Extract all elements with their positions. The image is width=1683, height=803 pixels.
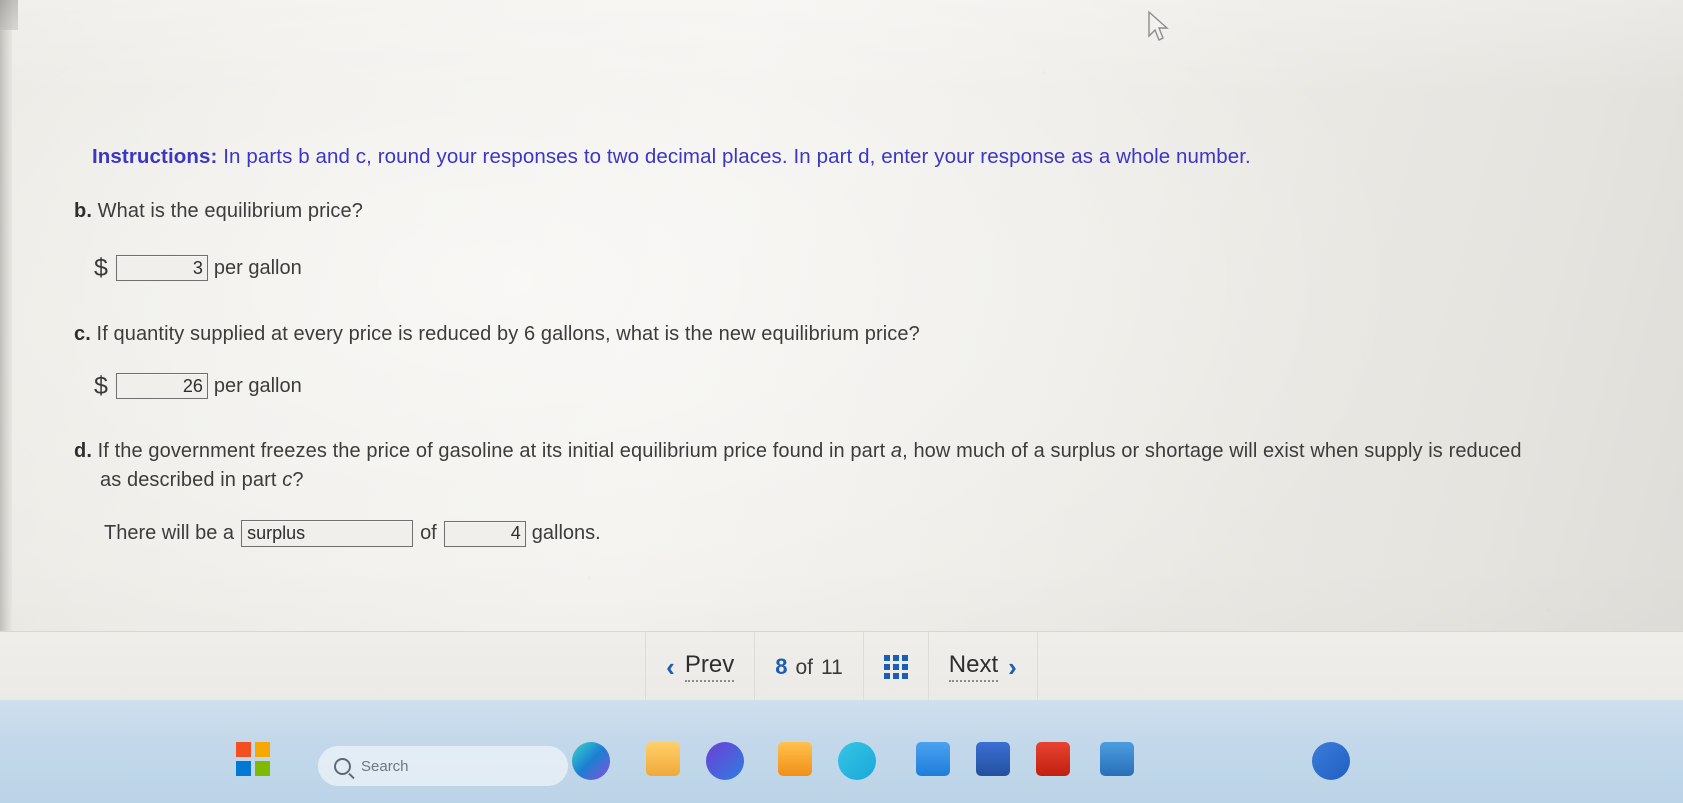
unit-label-d: gallons. xyxy=(531,522,601,544)
adobe-icon[interactable] xyxy=(1036,742,1070,776)
chevron-left-icon: ‹ xyxy=(666,651,675,682)
question-content-area: Instructions: In parts b and c, round yo… xyxy=(0,0,1683,700)
question-b-text: b. What is the equilibrium price? xyxy=(74,200,363,223)
store-icon[interactable] xyxy=(778,742,812,776)
dollar-sign-b: $ xyxy=(94,253,108,282)
question-d-label: d. xyxy=(74,440,92,462)
unit-label-b: per gallon xyxy=(213,256,302,279)
edge-browser-icon[interactable] xyxy=(706,742,744,780)
instructions-text: In parts b and c, round your responses t… xyxy=(217,145,1251,168)
word-icon[interactable] xyxy=(976,742,1010,776)
grid-icon[interactable] xyxy=(883,654,908,679)
question-c-label: c. xyxy=(74,323,91,345)
os-taskbar: Search xyxy=(0,700,1683,803)
navigation-inner: ‹ Prev 8 of 11 Next › xyxy=(645,632,1038,701)
surplus-shortage-select[interactable]: surplus xyxy=(241,520,414,547)
windows-start-icon[interactable] xyxy=(236,742,270,776)
next-label: Next xyxy=(948,651,999,682)
search-placeholder: Search xyxy=(361,757,409,775)
page-counter: 8 of 11 xyxy=(775,654,843,680)
total-page-number: 11 xyxy=(820,655,843,679)
question-d-text: d. If the government freezes the price o… xyxy=(74,437,1524,495)
unit-label-c: per gallon xyxy=(213,374,302,397)
mail-icon[interactable] xyxy=(916,742,950,776)
teams-icon[interactable] xyxy=(838,742,876,780)
answer-row-b: $ per gallon xyxy=(94,255,302,281)
chevron-right-icon: › xyxy=(1008,651,1017,682)
question-d-italic-c: c xyxy=(282,469,293,491)
instructions-label: Instructions: xyxy=(92,145,218,168)
prev-label: Prev xyxy=(684,651,735,682)
dollar-sign-c: $ xyxy=(94,371,108,400)
of-label: of xyxy=(795,655,813,679)
answer-row-d: There will be a surplus of gallons. xyxy=(104,520,601,547)
question-d-italic-a: a xyxy=(890,440,903,462)
next-button[interactable]: Next › xyxy=(948,651,1017,682)
instructions-line: Instructions: In parts b and c, round yo… xyxy=(92,145,1251,169)
taskbar-search-box[interactable]: Search xyxy=(318,746,568,786)
excel-icon[interactable] xyxy=(1100,742,1134,776)
prev-button-cell[interactable]: ‹ Prev xyxy=(645,632,754,701)
copilot-icon[interactable] xyxy=(572,742,610,780)
question-c-body: If quantity supplied at every price is r… xyxy=(90,323,920,345)
equilibrium-price-input-b[interactable] xyxy=(115,255,208,281)
current-page-number: 8 xyxy=(775,653,788,679)
question-d-body-3: ? xyxy=(292,469,304,491)
answer-d-middle: of xyxy=(420,522,437,544)
chrome-browser-icon[interactable] xyxy=(1312,742,1350,780)
surplus-shortage-selected-value: surplus xyxy=(247,523,306,543)
question-b-label: b. xyxy=(74,200,92,222)
next-button-cell[interactable]: Next › xyxy=(927,632,1038,701)
file-explorer-icon[interactable] xyxy=(646,742,680,776)
surplus-amount-input-d[interactable] xyxy=(443,520,526,547)
new-equilibrium-price-input-c[interactable] xyxy=(115,373,208,399)
taskbar-icon-strip: Search xyxy=(0,718,1683,803)
prev-button[interactable]: ‹ Prev xyxy=(666,651,735,682)
question-c-text: c. If quantity supplied at every price i… xyxy=(74,323,1174,346)
answer-d-prefix: There will be a xyxy=(104,522,235,544)
question-navigation-bar: ‹ Prev 8 of 11 Next › xyxy=(0,631,1683,701)
answer-row-c: $ per gallon xyxy=(94,373,302,399)
page-counter-cell: 8 of 11 xyxy=(754,632,863,701)
question-grid-cell[interactable] xyxy=(862,632,928,701)
question-b-body: What is the equilibrium price? xyxy=(91,200,363,222)
search-icon xyxy=(334,757,351,775)
question-d-body-1: If the government freezes the price of g… xyxy=(91,440,891,462)
